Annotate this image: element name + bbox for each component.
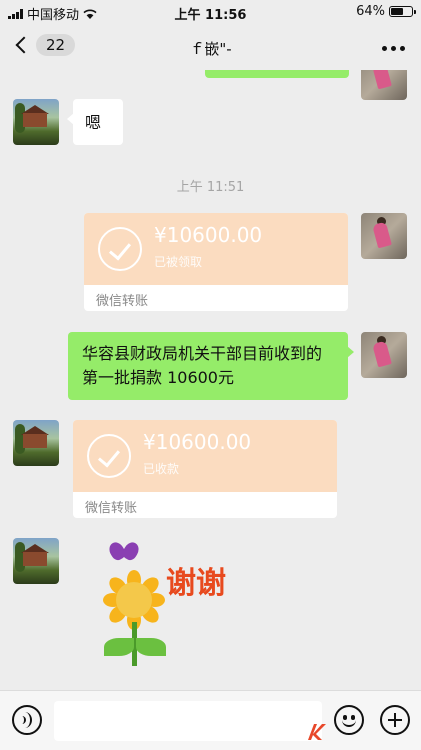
plus-icon[interactable] xyxy=(380,705,410,735)
transfer-card[interactable]: ¥10600.00 已被领取 微信转账 xyxy=(84,213,348,311)
voice-icon[interactable] xyxy=(12,705,42,735)
chat-title: ｆ嵌"- xyxy=(189,40,232,58)
check-circle-icon xyxy=(87,434,131,478)
avatar-friend[interactable] xyxy=(13,538,59,584)
message-input[interactable] xyxy=(54,701,322,741)
avatar-friend[interactable] xyxy=(13,99,59,145)
message-bubble-partial[interactable] xyxy=(205,70,349,78)
transfer-label: 微信转账 xyxy=(85,501,138,516)
sunflower-icon xyxy=(116,582,152,618)
check-circle-icon xyxy=(98,227,142,271)
avatar-friend[interactable] xyxy=(13,420,59,466)
message-text: 华容县财政局机关干部目前收到的第一批捐款 10600元 xyxy=(82,344,323,387)
avatar-self[interactable] xyxy=(361,213,407,259)
transfer-status: 已收款 xyxy=(143,462,180,476)
emoji-icon[interactable] xyxy=(334,705,364,735)
avatar-self[interactable] xyxy=(361,332,407,378)
message-text: 嗯 xyxy=(85,113,102,132)
status-right: 64% xyxy=(356,4,416,19)
input-toolbar xyxy=(0,690,421,750)
transfer-status: 已被领取 xyxy=(154,255,203,269)
sticker-text: 谢谢 xyxy=(166,566,226,601)
transfer-label: 微信转账 xyxy=(96,294,149,309)
chat-header: 22 ｆ嵌"- xyxy=(0,24,421,70)
message-bubble-self[interactable]: 华容县财政局机关干部目前收到的第一批捐款 10600元 xyxy=(68,332,354,400)
watermark-logo xyxy=(308,724,326,740)
transfer-amount: ¥10600.00 xyxy=(154,223,263,247)
leaf-icon xyxy=(104,638,134,656)
battery-percent: 64% xyxy=(356,4,385,19)
timestamp: 上午 11:51 xyxy=(176,180,245,195)
message-bubble[interactable]: 嗯 xyxy=(67,99,123,145)
transfer-card[interactable]: ¥10600.00 已收款 微信转账 xyxy=(73,420,337,518)
transfer-amount: ¥10600.00 xyxy=(143,430,252,454)
more-icon[interactable] xyxy=(382,46,405,51)
avatar-self[interactable] xyxy=(361,70,407,100)
battery-icon xyxy=(389,6,416,17)
sunflower-sticker[interactable] xyxy=(92,539,202,674)
status-bar: 中国移动 上午 11:56 64% xyxy=(0,0,421,24)
battery-fill xyxy=(391,8,404,15)
